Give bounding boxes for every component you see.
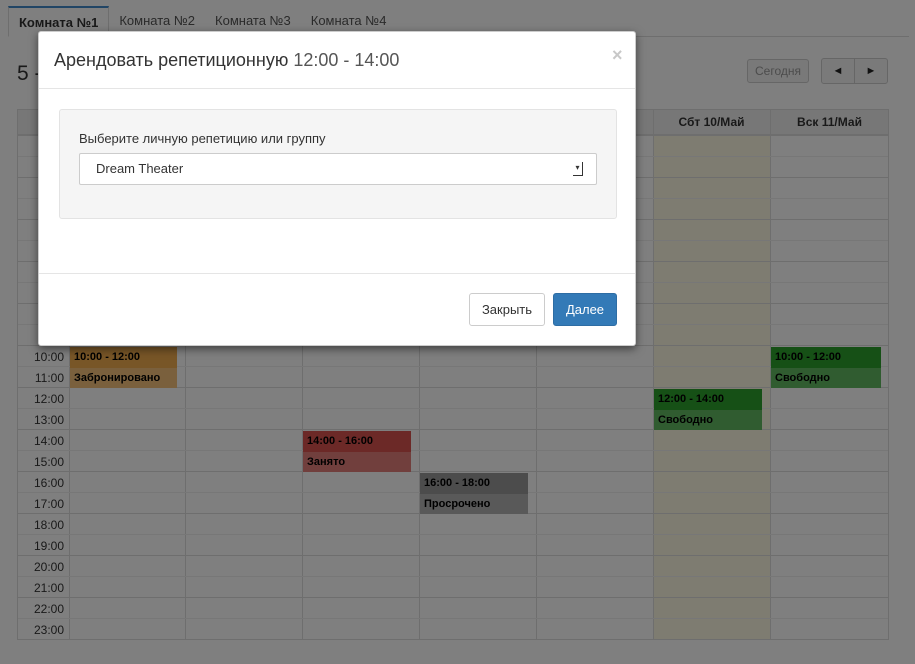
modal-title-text: Арендовать репетиционную <box>54 50 289 70</box>
next-button[interactable]: Далее <box>553 293 617 326</box>
modal-header: Арендовать репетиционную 12:00 - 14:00 × <box>39 32 635 89</box>
rent-room-modal: Арендовать репетиционную 12:00 - 14:00 ×… <box>38 31 636 346</box>
form-well: Выберите личную репетицию или группу Dre… <box>59 109 617 219</box>
group-select[interactable]: Dream Theater ▾ <box>79 153 597 185</box>
group-select-value: Dream Theater <box>96 161 184 176</box>
modal-title: Арендовать репетиционную 12:00 - 14:00 <box>54 50 399 71</box>
close-button[interactable]: Закрыть <box>469 293 545 326</box>
modal-footer: Закрыть Далее <box>39 273 635 347</box>
modal-body: Выберите личную репетицию или группу Dre… <box>39 89 635 273</box>
chevron-down-icon: ▾ <box>573 162 583 176</box>
modal-title-time: 12:00 - 14:00 <box>293 50 400 70</box>
close-icon[interactable]: × <box>612 46 623 64</box>
select-group-label: Выберите личную репетицию или группу <box>79 131 326 146</box>
